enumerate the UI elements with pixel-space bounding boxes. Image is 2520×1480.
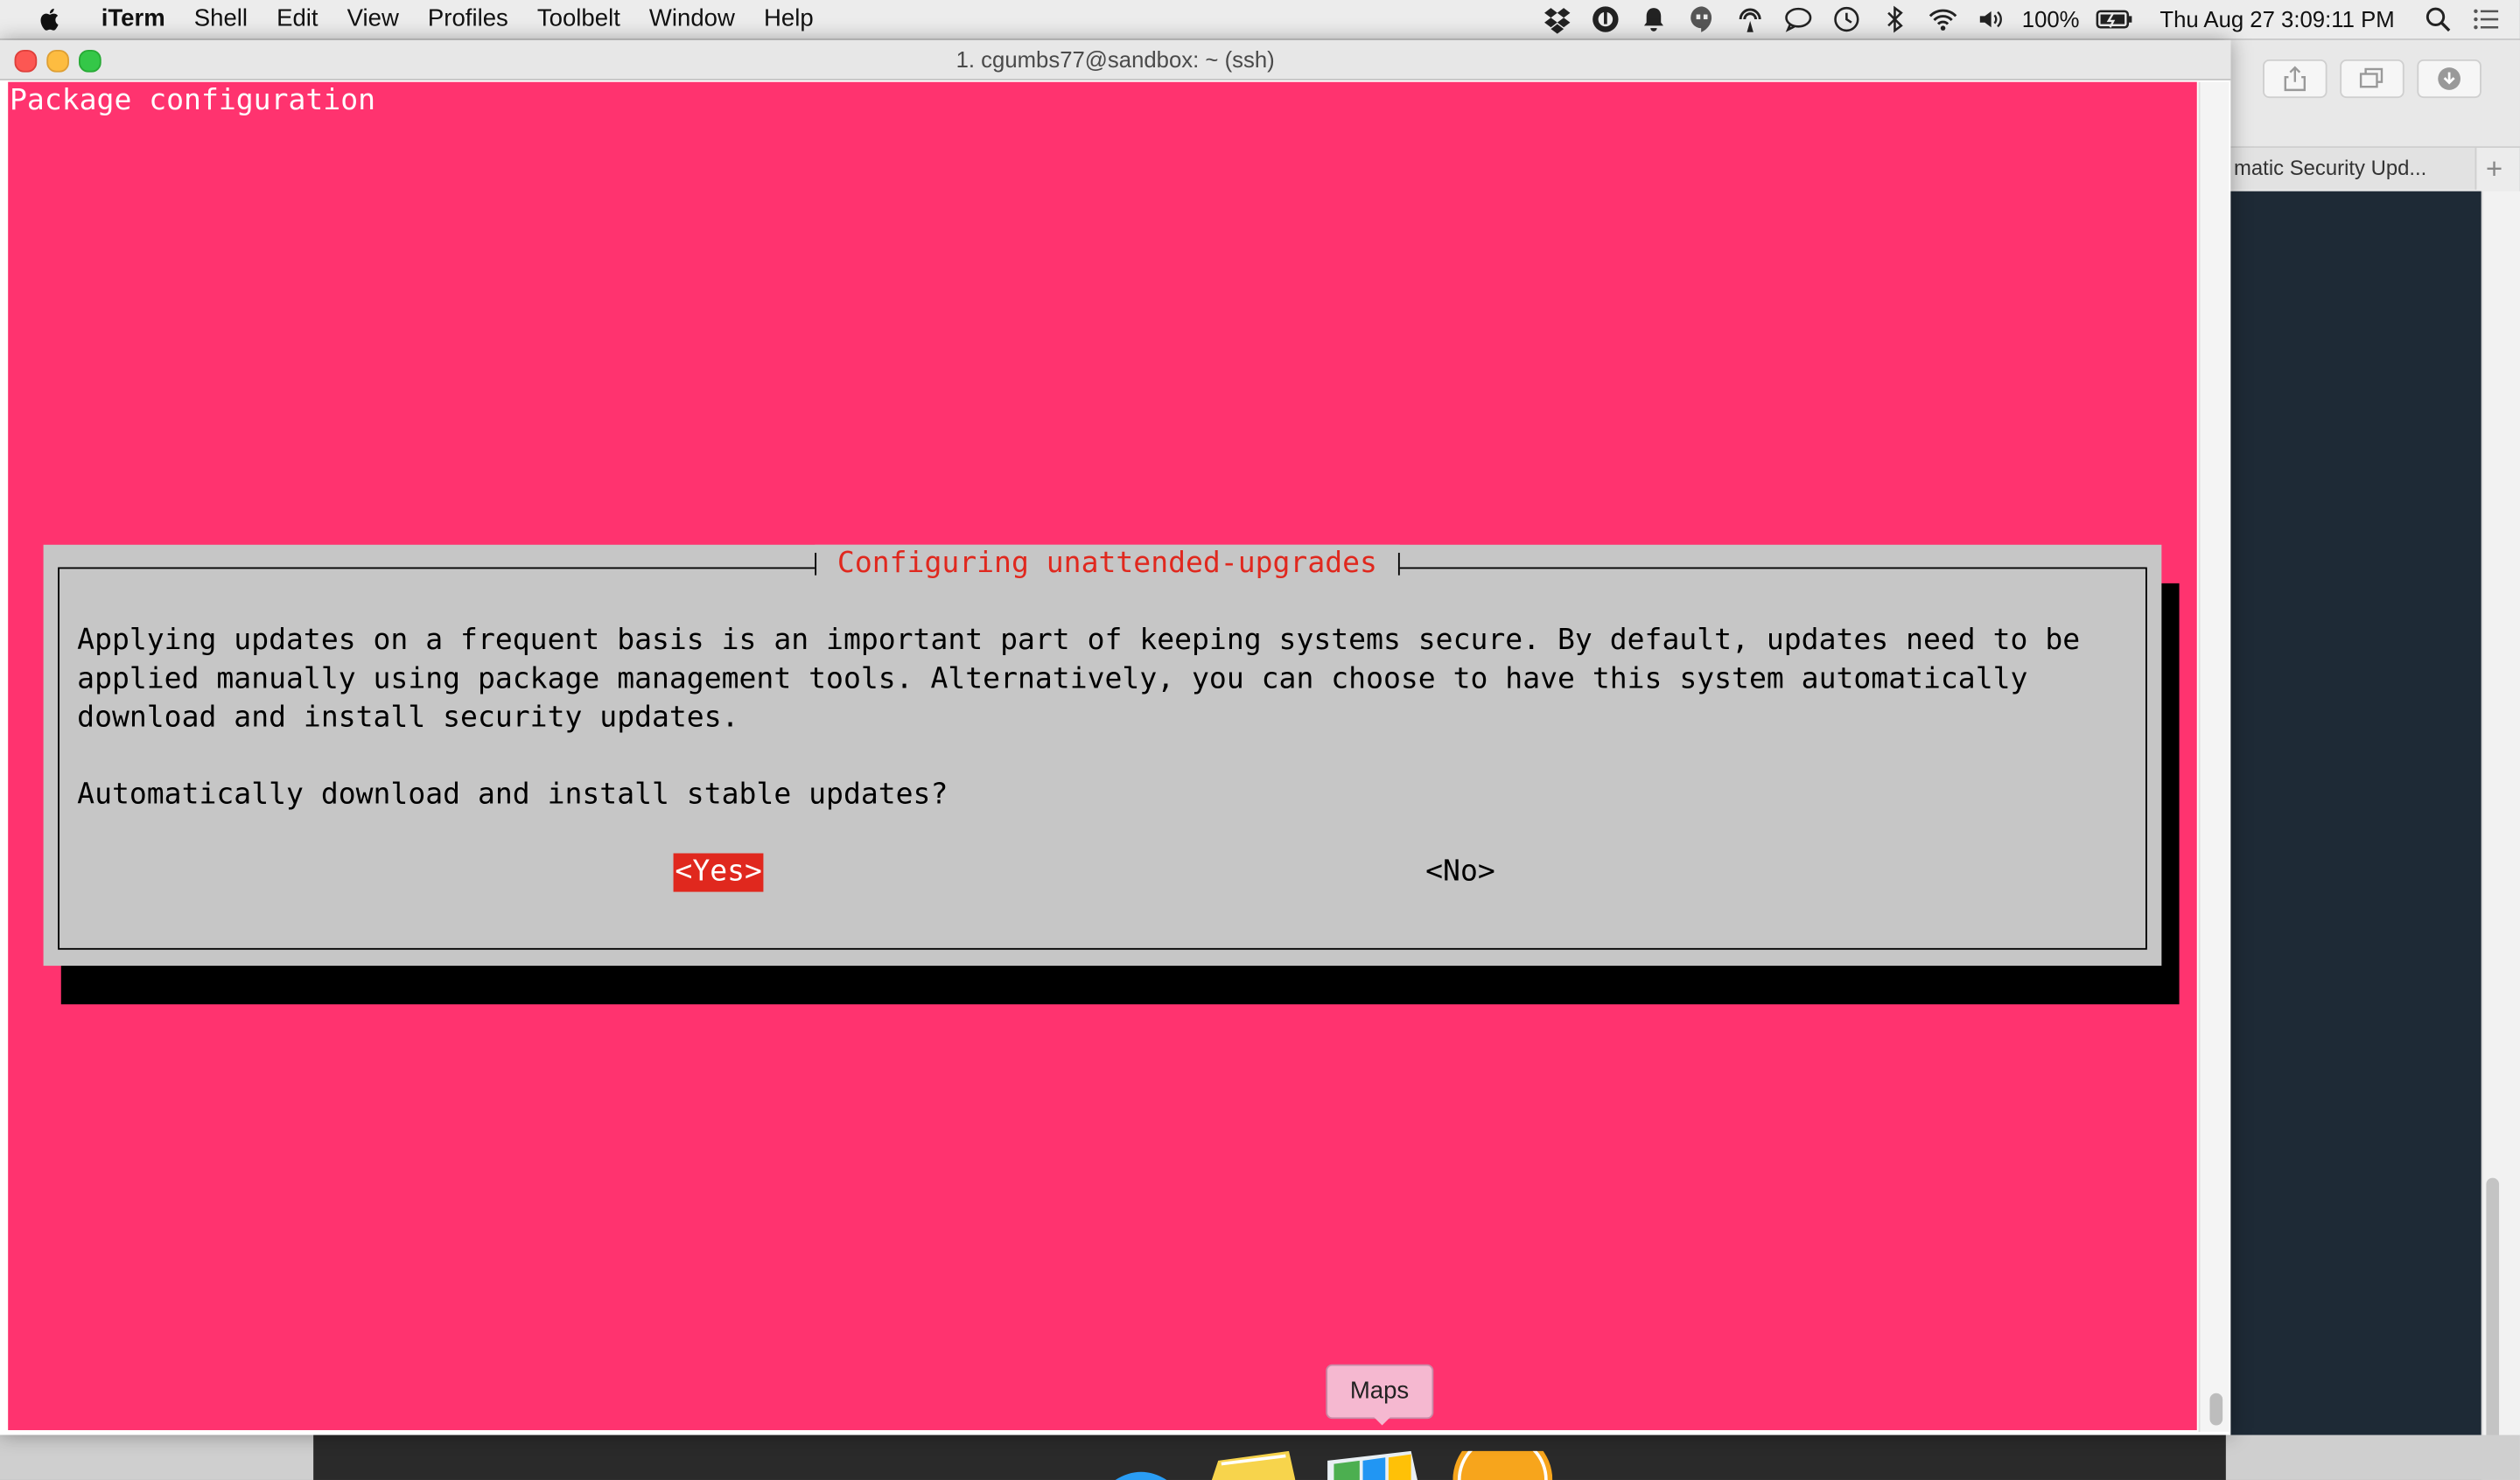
menu-window[interactable]: Window [634,0,749,38]
package-configuration-header: Package configuration [10,83,376,118]
iterm-window: 1. cgumbs77@sandbox: ~ (ssh) Package con… [0,39,2231,1435]
spotlight-icon[interactable] [2424,5,2453,34]
terminal-screen[interactable]: Package configuration Configuring unatte… [8,81,2197,1431]
status-area: 100% Thu Aug 27 3:09:11 PM [1533,0,2520,38]
alfred-icon[interactable] [1592,5,1620,34]
battery-percentage: 100% [2021,6,2080,32]
bell-icon[interactable] [1640,5,1669,34]
app-dock-icon[interactable] [1452,1450,1553,1480]
airdrop-icon[interactable] [1736,5,1765,34]
new-tab-button[interactable]: + [2468,148,2520,190]
share-button[interactable] [2263,59,2328,99]
browser-scroll-thumb[interactable] [2486,1177,2500,1468]
browser-toolbar [2223,39,2520,149]
menu-shell[interactable]: Shell [179,0,262,38]
dialog-text-line-3: download and install security updates. [77,700,739,735]
yes-button[interactable]: <Yes> [673,853,764,892]
dock-tooltip-pointer [1370,1414,1394,1426]
debconf-dialog: Configuring unattended-upgrades Applying… [43,544,2162,967]
bluetooth-icon[interactable] [1880,5,1909,34]
messages-icon[interactable] [1784,5,1813,34]
finder-dock-icon[interactable] [1109,1451,1172,1480]
menu-toolbelt[interactable]: Toolbelt [522,0,634,38]
no-button[interactable]: <No> [1425,854,1495,892]
tabs-overview-button[interactable] [2340,59,2404,99]
iterm-titlebar[interactable]: 1. cgumbs77@sandbox: ~ (ssh) [0,39,2231,80]
wifi-icon[interactable] [1928,5,1957,34]
browser-window: matic Security Upd... + [2223,39,2520,1480]
volume-icon[interactable] [1977,5,2006,34]
maps-dock-icon[interactable] [1324,1450,1420,1480]
menu-view[interactable]: View [332,0,413,38]
dialog-text-line-2: applied manually using package managemen… [77,661,2028,696]
dialog-question: Automatically download and install stabl… [77,778,948,812]
downloads-button[interactable] [2417,59,2482,99]
battery-icon[interactable] [2096,5,2134,34]
menu-bar: iTerm Shell Edit View Profiles Toolbelt … [0,0,2520,40]
notification-center-icon[interactable] [2472,5,2501,34]
menu-help[interactable]: Help [749,0,828,38]
dock-tooltip: Maps [1326,1364,1433,1420]
notes-dock-icon[interactable] [1208,1450,1296,1480]
menubar-clock[interactable]: Thu Aug 27 3:09:11 PM [2160,6,2394,31]
menu-profiles[interactable]: Profiles [413,0,522,38]
time-machine-icon[interactable] [1832,5,1861,34]
tabs-icon [2359,67,2384,88]
browser-content [2223,191,2482,1480]
terminal-scroll-thumb[interactable] [2209,1393,2223,1426]
download-icon [2438,67,2460,90]
share-icon [2284,66,2306,92]
window-title: 1. cgumbs77@sandbox: ~ (ssh) [956,46,1275,73]
dropbox-icon[interactable] [1543,5,1572,34]
apple-menu-icon[interactable] [35,5,64,34]
browser-tab[interactable]: matic Security Upd... [2223,148,2477,190]
hangouts-icon[interactable] [1688,5,1717,34]
app-menu-iterm[interactable]: iTerm [87,0,179,38]
menu-edit[interactable]: Edit [262,0,333,38]
dialog-text-line-1: Applying updates on a frequent basis is … [77,623,2081,658]
terminal-scrollbar[interactable] [2198,81,2230,1432]
dialog-title: Configuring unattended-upgrades [815,544,1400,583]
